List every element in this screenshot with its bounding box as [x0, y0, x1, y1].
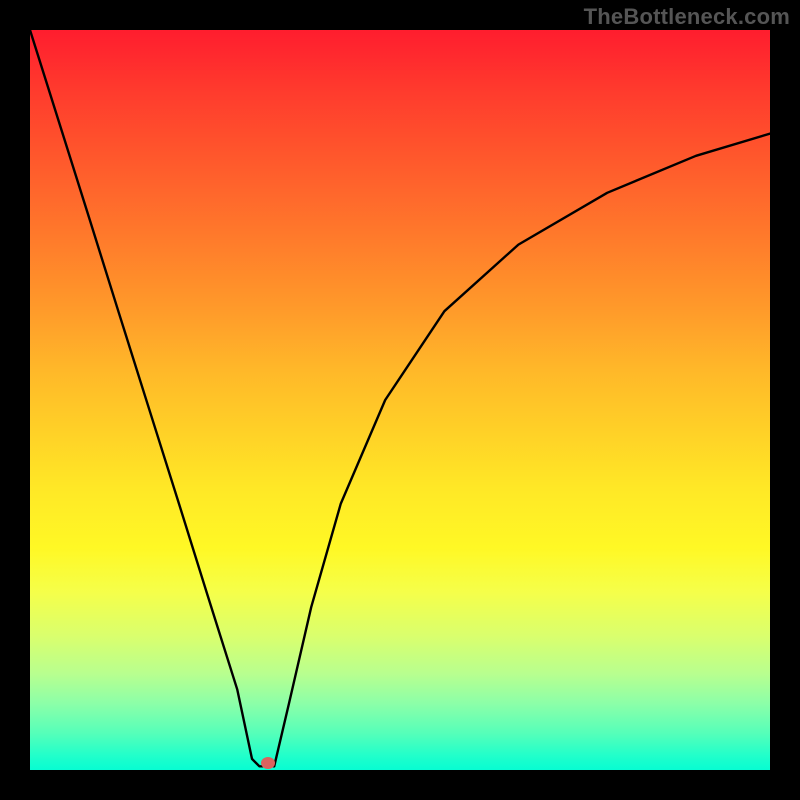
- attribution-label: TheBottleneck.com: [584, 4, 790, 30]
- optimum-marker-icon: [261, 757, 275, 769]
- bottleneck-curve: [30, 30, 770, 770]
- chart-frame: TheBottleneck.com: [0, 0, 800, 800]
- plot-area: [30, 30, 770, 770]
